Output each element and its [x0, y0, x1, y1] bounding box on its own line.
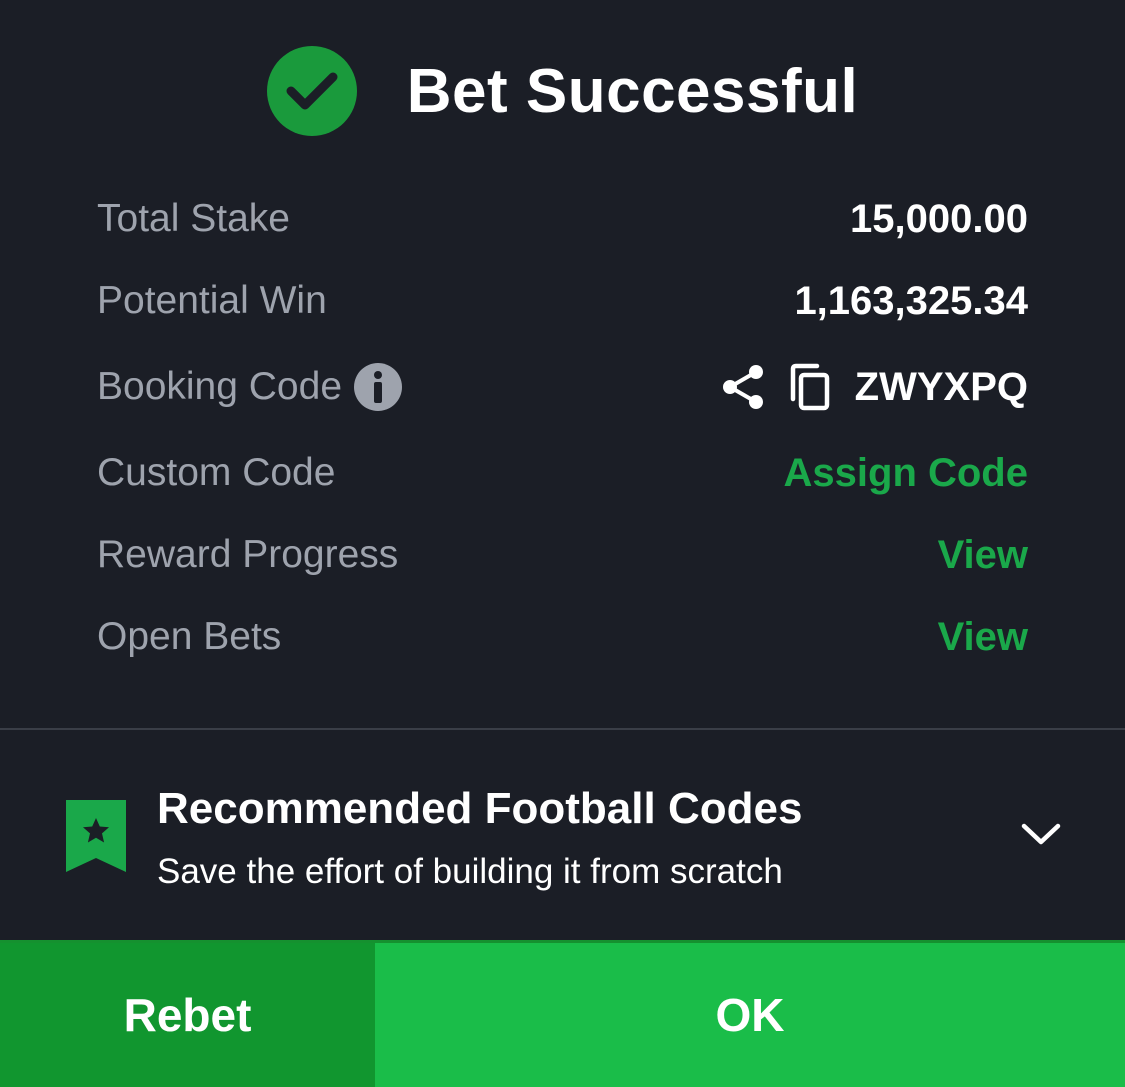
total-stake-value: 15,000.00 [850, 196, 1028, 241]
bet-summary: Total Stake 15,000.00 Potential Win 1,16… [97, 178, 1028, 678]
share-icon[interactable] [721, 364, 765, 410]
custom-code-row: Custom Code Assign Code [97, 432, 1028, 514]
booking-code-label-group: Booking Code [97, 363, 403, 411]
ok-button[interactable]: OK [375, 943, 1125, 1087]
bookmark-star-icon [66, 800, 126, 872]
booking-code-value: ZWYXPQ [854, 364, 1028, 409]
reward-progress-label: Reward Progress [97, 533, 399, 576]
open-bets-view-link[interactable]: View [938, 615, 1028, 660]
chevron-down-icon[interactable] [1020, 820, 1062, 850]
open-bets-row: Open Bets View [97, 596, 1028, 678]
open-bets-label: Open Bets [97, 615, 282, 658]
bet-success-panel: Bet Successful Total Stake 15,000.00 Pot… [0, 0, 1125, 1087]
assign-code-link[interactable]: Assign Code [784, 451, 1028, 496]
potential-win-label: Potential Win [97, 279, 327, 322]
total-stake-label: Total Stake [97, 197, 290, 240]
booking-code-value-group: ZWYXPQ [721, 363, 1028, 411]
potential-win-row: Potential Win 1,163,325.34 [97, 260, 1028, 342]
reward-progress-row: Reward Progress View [97, 514, 1028, 596]
rebet-button[interactable]: Rebet [0, 943, 375, 1087]
recommended-subtitle: Save the effort of building it from scra… [157, 852, 783, 891]
footer-actions: Rebet OK [0, 940, 1125, 1087]
info-icon[interactable] [354, 363, 403, 411]
header: Bet Successful [0, 45, 1125, 137]
booking-code-row: Booking Code ZWYXPQ [97, 342, 1028, 432]
copy-icon[interactable] [789, 363, 831, 411]
recommended-codes-section[interactable]: Recommended Football Codes Save the effo… [0, 760, 1125, 930]
total-stake-row: Total Stake 15,000.00 [97, 178, 1028, 260]
potential-win-value: 1,163,325.34 [794, 278, 1028, 323]
divider [0, 728, 1125, 730]
custom-code-label: Custom Code [97, 451, 336, 494]
checkmark-icon [266, 46, 357, 136]
recommended-title: Recommended Football Codes [157, 784, 803, 833]
page-title: Bet Successful [406, 56, 859, 126]
booking-code-label: Booking Code [97, 365, 343, 408]
reward-progress-view-link[interactable]: View [938, 533, 1028, 578]
